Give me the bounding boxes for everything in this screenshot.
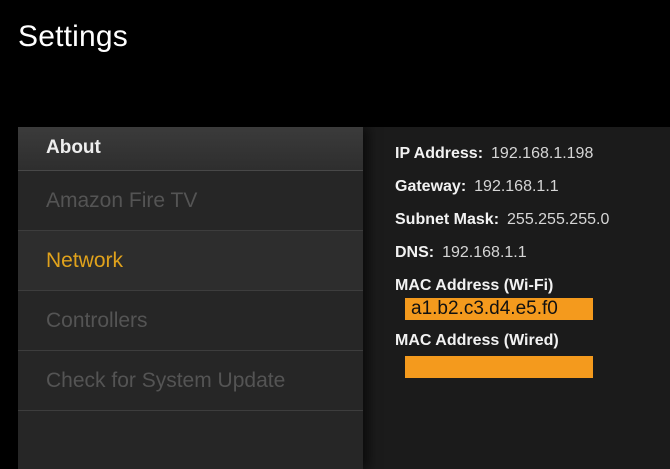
mac-wifi-value: a1.b2.c3.d4.e5.f0 xyxy=(405,298,593,320)
mac-wired-label: MAC Address (Wired) xyxy=(395,332,559,349)
menu-item-controllers[interactable]: Controllers xyxy=(18,291,363,351)
gateway-label: Gateway: xyxy=(395,178,467,195)
subnet-mask-label: Subnet Mask: xyxy=(395,211,500,228)
network-details: IP Address: 192.168.1.198 Gateway: 192.168… xyxy=(395,145,665,390)
menu-item-amazon-fire-tv[interactable]: Amazon Fire TV xyxy=(18,171,363,231)
gateway-row: Gateway: 192.168.1.1 xyxy=(395,178,665,196)
menu-item-check-for-system-update[interactable]: Check for System Update xyxy=(18,351,363,411)
ip-address-value: 192.168.1.198 xyxy=(491,145,594,162)
subnet-mask-value: 255.255.255.0 xyxy=(507,211,610,228)
settings-menu: About Amazon Fire TV Network Controllers… xyxy=(18,127,363,469)
page-title: Settings xyxy=(18,20,128,53)
ip-address-row: IP Address: 192.168.1.198 xyxy=(395,145,665,163)
dns-value: 192.168.1.1 xyxy=(442,244,527,261)
dns-row: DNS: 192.168.1.1 xyxy=(395,244,665,262)
gateway-value: 192.168.1.1 xyxy=(474,178,559,195)
subnet-mask-row: Subnet Mask: 255.255.255.0 xyxy=(395,211,665,229)
mac-wifi-label: MAC Address (Wi-Fi) xyxy=(395,277,554,294)
ip-address-label: IP Address: xyxy=(395,145,484,162)
settings-panel: About Amazon Fire TV Network Controllers… xyxy=(18,127,670,469)
dns-label: DNS: xyxy=(395,244,435,261)
menu-section-header: About xyxy=(18,127,363,171)
menu-item-network[interactable]: Network xyxy=(18,231,363,291)
mac-wired-value xyxy=(405,356,593,378)
menu-section-title: About xyxy=(46,137,101,158)
